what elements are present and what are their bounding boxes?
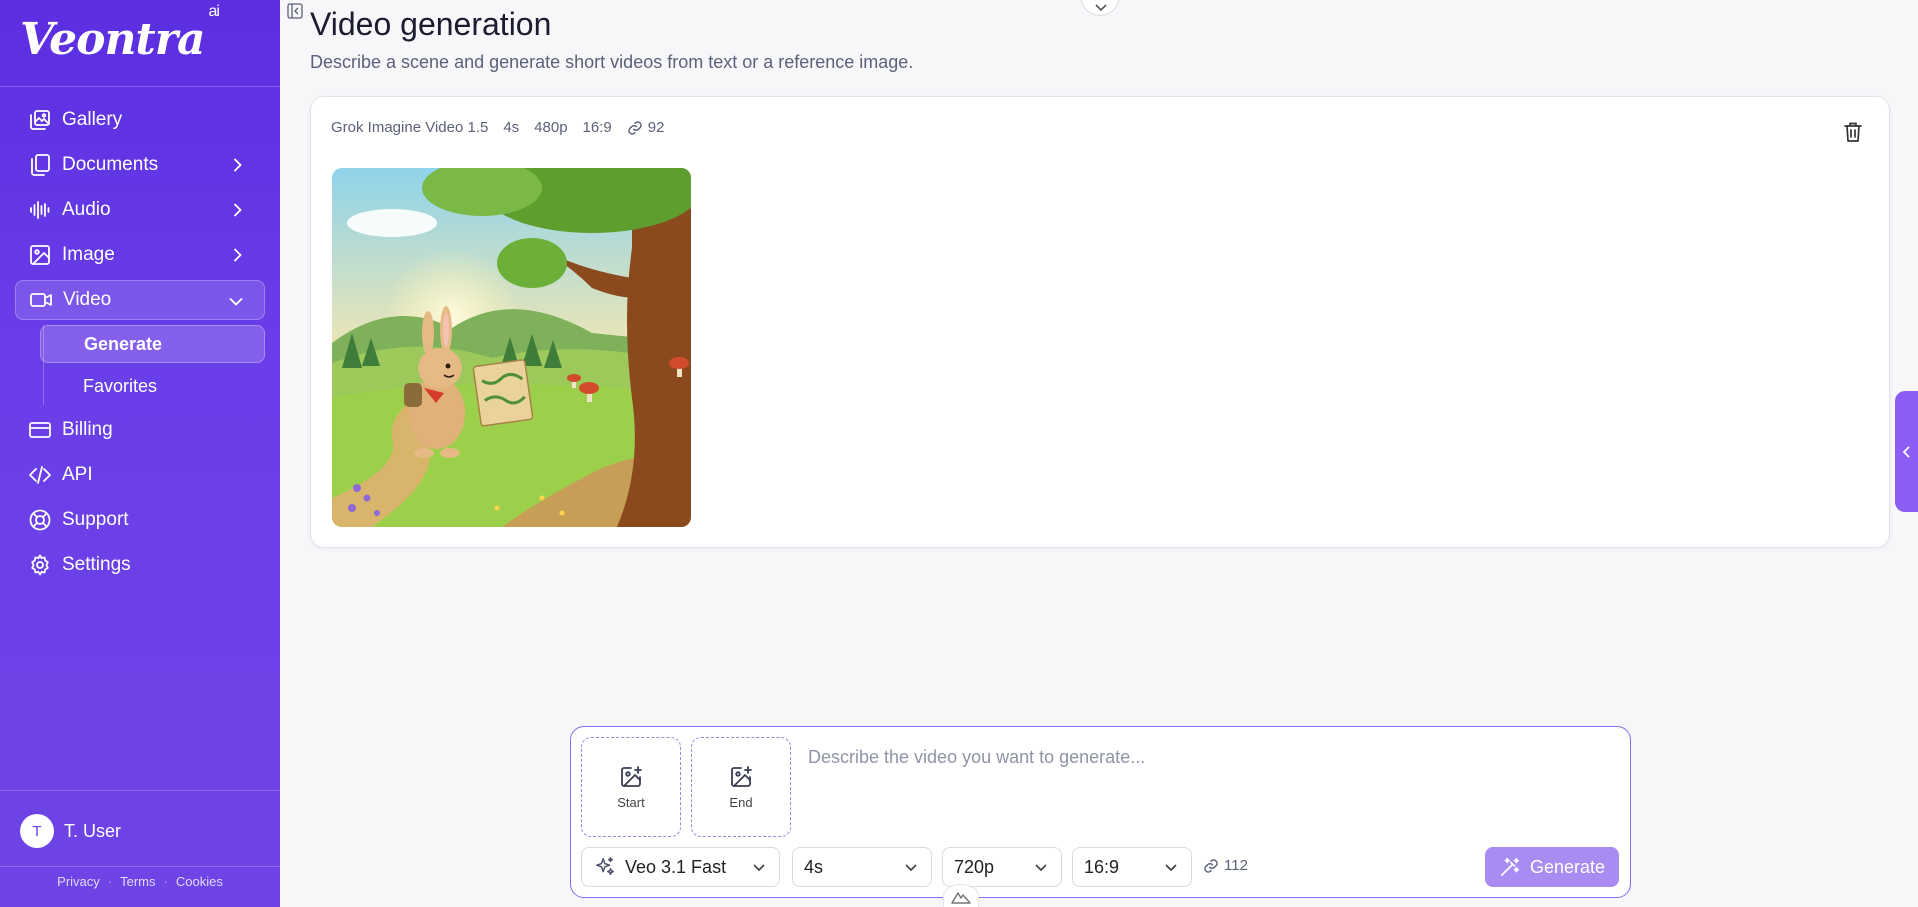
user-name: T. User [64,820,122,841]
sidebar-item-label: Billing [62,419,113,440]
end-frame-label: End [729,794,753,810]
model-select[interactable]: Veo 3.1 Fast [581,847,780,887]
prompt-composer: Start End Veo 3.1 Fast 4s 720p 16:9 112 … [570,726,1631,898]
result-resolution: 480p [534,119,568,136]
sidebar-item-label: Support [62,509,129,530]
lifebuoy-icon [28,508,52,532]
credit-card-icon [28,418,52,442]
collapse-header-button[interactable] [1081,0,1119,16]
credits-value: 92 [647,119,665,136]
sidebar-item-label: Gallery [62,109,123,130]
credits-value: 112 [1224,857,1248,874]
sidebar-collapse-icon[interactable] [287,3,303,19]
generate-button[interactable]: Generate [1485,847,1619,887]
link-icon [1204,858,1218,873]
chevron-down-icon [1165,864,1177,872]
image-add-icon [731,765,752,787]
result-aspect: 16:9 [582,119,612,136]
terms-link[interactable]: Terms [120,874,155,889]
sidebar-item-label: API [62,464,93,485]
model-value: Veo 3.1 Fast [625,856,727,877]
chevron-left-icon [1902,446,1910,458]
sidebar-item-label: Audio [62,199,111,220]
duration-value: 4s [804,856,824,877]
aspect-ratio-select[interactable]: 16:9 [1072,847,1192,887]
magic-wand-icon [1500,857,1520,877]
generation-result-card: Grok Imagine Video 1.5 4s 480p 16:9 92 [310,96,1890,548]
sidebar-item-audio[interactable]: Audio [15,190,265,230]
page-title: Video generation [310,6,552,42]
sidebar-subitem-generate[interactable]: Generate [40,325,265,363]
video-camera-icon [29,288,53,312]
generate-label: Generate [1529,856,1606,877]
chevron-right-icon [233,248,242,262]
sidebar-subitem-label: Favorites [83,375,158,396]
chevron-down-icon [753,864,765,872]
video-subnav: Generate Favorites [30,325,265,405]
sidebar-item-billing[interactable]: Billing [15,410,265,450]
sidebar-item-api[interactable]: API [15,455,265,495]
sidebar-item-documents[interactable]: Documents [15,145,265,185]
resolution-value: 720p [954,856,995,877]
brand-logo[interactable]: Veontraai [20,3,220,74]
resolution-select[interactable]: 720p [942,847,1062,887]
sidebar-item-label: Video [63,289,112,310]
start-frame-upload[interactable]: Start [581,737,681,837]
gear-icon [28,553,52,577]
separator: · [107,874,113,889]
code-icon [28,463,52,487]
result-credits: 92 [627,119,665,136]
sidebar-subitem-label: Generate [84,333,163,354]
sidebar-subitem-favorites[interactable]: Favorites [40,367,265,405]
bunny-scene-illustration [332,168,691,527]
sidebar-nav: Gallery Documents Audio Image Video Gene… [15,100,265,590]
divider [0,790,280,791]
sidebar: Veontraai Gallery Documents Audio Image … [0,0,280,907]
trash-icon[interactable] [1843,121,1863,143]
sidebar-item-support[interactable]: Support [15,500,265,540]
documents-icon [28,153,52,177]
avatar: T [20,814,54,848]
sidebar-item-label: Image [62,244,115,265]
chevron-down-icon [1095,4,1107,12]
sidebar-item-label: Documents [62,154,159,175]
link-icon [628,120,642,135]
divider [0,866,280,867]
cookies-link[interactable]: Cookies [176,874,223,889]
page-subtitle: Describe a scene and generate short vide… [310,52,914,72]
sidebar-item-gallery[interactable]: Gallery [15,100,265,140]
divider [0,86,280,87]
audio-wave-icon [28,198,52,222]
sparkles-icon [596,857,614,876]
user-menu[interactable]: T T. User [20,814,121,848]
separator: · [163,874,168,889]
right-panel-toggle[interactable] [1895,391,1918,512]
generated-video-thumbnail[interactable] [332,168,691,527]
duration-select[interactable]: 4s [792,847,932,887]
cost-credits: 112 [1203,857,1248,874]
result-meta: Grok Imagine Video 1.5 4s 480p 16:9 92 [331,119,664,136]
sidebar-item-image[interactable]: Image [15,235,265,275]
chevron-down-icon [905,864,917,872]
footer-links: Privacy · Terms · Cookies [0,874,280,889]
aspect-value: 16:9 [1084,856,1120,877]
start-frame-label: Start [617,794,645,810]
chevron-right-icon [233,158,242,172]
image-add-icon [621,765,642,787]
prompt-input[interactable] [808,737,1608,777]
end-frame-upload[interactable]: End [691,737,791,837]
chevron-right-icon [233,203,242,217]
sidebar-item-settings[interactable]: Settings [15,545,265,585]
chevron-down-icon [1035,864,1047,872]
privacy-link[interactable]: Privacy [57,874,100,889]
nuxt-devtools-icon[interactable] [943,884,979,907]
gallery-icon [28,108,52,132]
image-icon [28,243,52,267]
chevron-down-icon [229,297,243,306]
sidebar-item-video[interactable]: Video [15,280,265,320]
sidebar-item-label: Settings [62,554,131,575]
result-model: Grok Imagine Video 1.5 [331,119,489,136]
result-duration: 4s [503,119,520,136]
